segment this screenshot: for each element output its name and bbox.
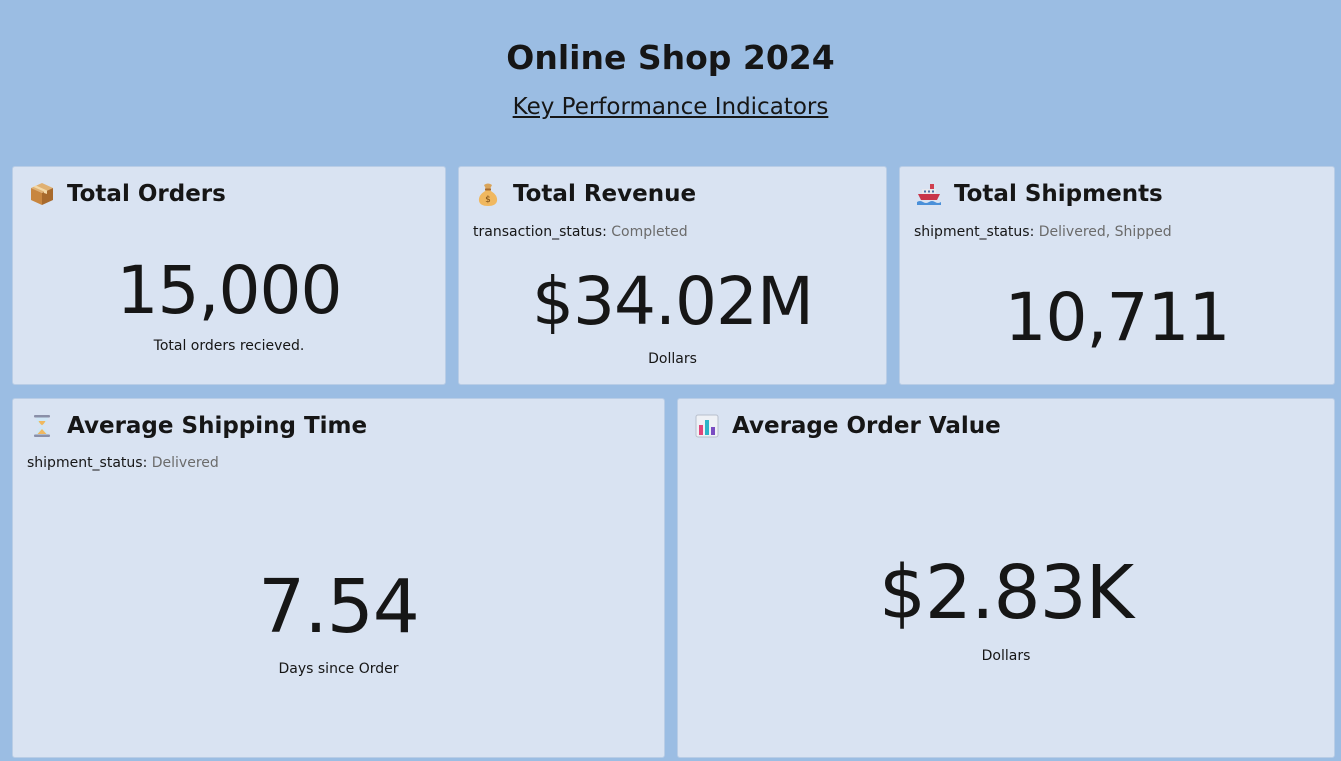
card-header: $ Total Revenue [475, 178, 696, 210]
filter-value: Delivered [151, 455, 219, 471]
card-header: Average Shipping Time [29, 410, 367, 442]
page-title: Online Shop 2024 [506, 38, 835, 77]
card-title: Total Shipments [954, 181, 1163, 207]
filter-value: Delivered, Shipped [1038, 224, 1172, 240]
card-average-order-value: Average Order Value $2.83K Dollars [677, 398, 1335, 758]
money-bag-icon: $ [475, 181, 501, 207]
metric-value: $2.83K [878, 550, 1134, 636]
metric-caption: Dollars [981, 648, 1031, 664]
card-header: Average Order Value [694, 410, 1001, 442]
card-title: Average Order Value [732, 413, 1001, 439]
card-title: Total Revenue [513, 181, 697, 207]
page-header: Online Shop 2024 Key Performance Indicat… [0, 0, 1341, 160]
card-total-shipments: Total Shipments shipment_status: Deliver… [899, 166, 1335, 385]
kpi-link[interactable]: Key Performance Indicators [513, 94, 829, 120]
filter-line: shipment_status: Delivered, Shipped [914, 224, 1172, 240]
metric-value: 7.54 [258, 564, 420, 650]
card-total-orders: Total Orders 15,000 Total orders recieve… [12, 166, 446, 385]
metric-value: 10,711 [1004, 279, 1231, 356]
hourglass-icon [29, 413, 55, 439]
metric-value: 15,000 [116, 252, 343, 329]
metric-caption: Total orders recieved. [153, 338, 305, 354]
page-subtitle: Key Performance Indicators [0, 92, 1341, 122]
card-header: Total Orders [29, 178, 226, 210]
metric-caption: Days since Order [278, 661, 399, 677]
package-icon [29, 181, 55, 207]
metric-caption: Dollars [648, 351, 697, 367]
ship-icon [916, 181, 942, 207]
filter-value: Completed [611, 224, 688, 240]
filter-key: shipment_status: [27, 455, 148, 471]
filter-line: shipment_status: Delivered [27, 455, 219, 471]
metric-value: $34.02M [532, 263, 814, 340]
card-title: Total Orders [67, 181, 226, 207]
card-title: Average Shipping Time [67, 413, 368, 439]
svg-text:$: $ [485, 195, 491, 205]
filter-line: transaction_status: Completed [473, 224, 688, 240]
filter-key: shipment_status: [914, 224, 1035, 240]
card-average-shipping-time: Average Shipping Time shipment_status: D… [12, 398, 665, 758]
card-header: Total Shipments [916, 178, 1163, 210]
card-total-revenue: $ Total Revenue transaction_status: Comp… [458, 166, 887, 385]
bar-chart-icon [694, 413, 720, 439]
filter-key: transaction_status: [473, 224, 607, 240]
